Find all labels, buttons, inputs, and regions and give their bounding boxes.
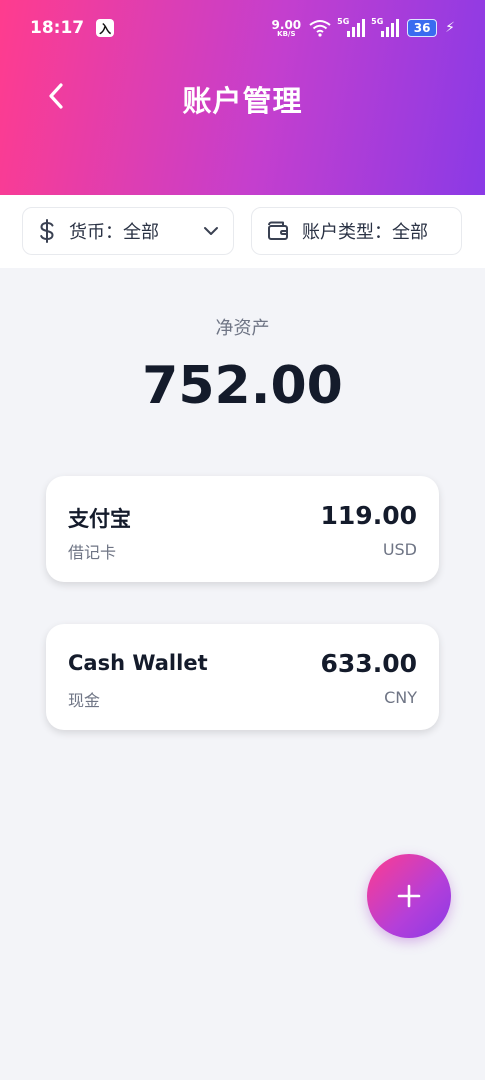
net-assets-value: 752.00 — [142, 356, 343, 416]
net-speed: 9.00 KB/S — [272, 19, 302, 38]
account-currency: USD — [382, 540, 417, 559]
battery-icon: 36 — [407, 19, 438, 37]
account-type: 借记卡 — [68, 543, 117, 562]
account-type: 现金 — [68, 691, 101, 710]
account-balance: 633.00 — [320, 649, 417, 678]
wifi-icon — [309, 20, 331, 37]
signal-icon: 5G — [371, 17, 400, 37]
sim1-label: 5G — [337, 17, 350, 26]
plus-icon — [397, 884, 421, 908]
account-card[interactable]: Cash Wallet 现金 633.00 CNY — [46, 624, 439, 730]
currency-filter-label: 货币：全部 — [69, 222, 159, 243]
currency-filter[interactable]: 货币：全部 — [22, 207, 234, 255]
status-bar: 18:17 入 9.00 KB/S 5G 5G 36 ⚡ — [0, 0, 485, 56]
account-type-filter[interactable]: 账户类型：全部 — [251, 207, 462, 255]
account-card[interactable]: 支付宝 借记卡 119.00 USD — [46, 476, 439, 582]
chevron-down-icon — [204, 227, 218, 235]
net-speed-value: 9.00 — [271, 17, 302, 32]
status-right: 9.00 KB/S 5G 5G 36 ⚡ — [272, 17, 455, 38]
filter-bar: 货币：全部 账户类型：全部 — [0, 195, 485, 268]
page-title: 账户管理 — [182, 84, 303, 118]
account-name: Cash Wallet — [68, 651, 208, 675]
signal-icon: 5G — [337, 17, 366, 37]
account-name: 支付宝 — [68, 507, 131, 531]
sim2-label: 5G — [371, 17, 384, 26]
account-balance: 119.00 — [320, 501, 417, 530]
account-type-filter-label: 账户类型：全部 — [302, 222, 428, 243]
wallet-icon — [268, 221, 288, 240]
dollar-icon — [40, 219, 54, 243]
app-header: 18:17 入 9.00 KB/S 5G 5G 36 ⚡ 账户管理 — [0, 0, 485, 195]
status-time: 18:17 — [30, 18, 85, 38]
net-assets-label: 净资产 — [215, 318, 270, 339]
app-notification-icon: 入 — [96, 19, 115, 37]
net-speed-unit: KB/S — [277, 29, 296, 38]
charging-bolt-icon: ⚡ — [445, 20, 455, 36]
add-account-button[interactable] — [367, 854, 451, 938]
account-currency: CNY — [384, 688, 417, 707]
